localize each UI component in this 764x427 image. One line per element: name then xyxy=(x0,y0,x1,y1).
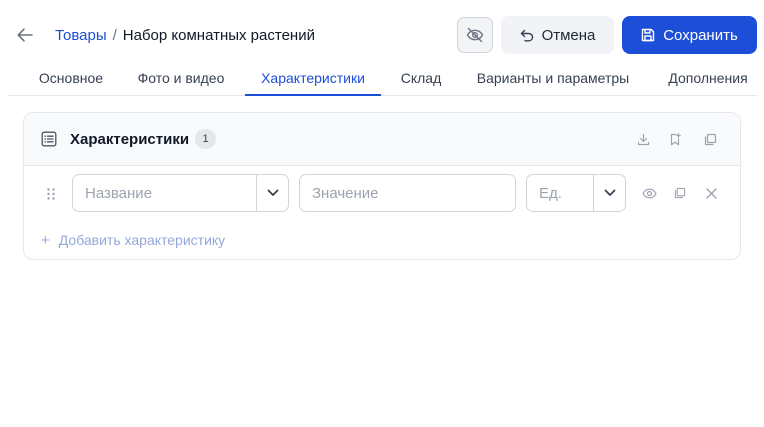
cancel-button-label: Отмена xyxy=(541,26,596,44)
plus-icon: + xyxy=(41,232,50,249)
unit-dropdown-toggle[interactable] xyxy=(593,175,625,211)
save-button-label: Сохранить xyxy=(663,26,738,44)
name-input[interactable] xyxy=(73,175,257,211)
tab-extras[interactable]: Дополнения xyxy=(659,62,757,96)
save-button[interactable]: Сохранить xyxy=(622,16,757,54)
tab-characteristics[interactable]: Характеристики xyxy=(245,62,381,96)
breadcrumb-parent-link[interactable]: Товары xyxy=(55,27,107,44)
download-button[interactable] xyxy=(635,131,651,147)
back-button[interactable] xyxy=(14,24,36,46)
characteristics-card: Характеристики 1 Название Значение Ед. +… xyxy=(23,112,741,260)
chevron-down-icon xyxy=(267,189,278,196)
copy-icon xyxy=(674,187,686,199)
page-header: Товары / Набор комнатных растений Отмена С… xyxy=(0,0,764,62)
tab-photo-video[interactable]: Фото и видео xyxy=(131,62,231,96)
row-remove-button[interactable] xyxy=(703,185,719,201)
drag-handle-icon[interactable] xyxy=(45,187,57,201)
tab-bar: Основное Фото и видео Характеристики Скл… xyxy=(7,62,757,96)
list-icon xyxy=(41,131,57,147)
close-icon xyxy=(705,187,717,199)
visibility-toggle-button[interactable] xyxy=(457,17,493,53)
eye-icon xyxy=(641,188,657,198)
bookmark-button[interactable] xyxy=(667,131,683,147)
bookmark-add-icon xyxy=(670,132,681,145)
arrow-left-icon xyxy=(17,28,33,42)
cancel-button[interactable]: Отмена xyxy=(501,16,614,54)
value-input[interactable] xyxy=(300,175,515,211)
card-header: Характеристики 1 xyxy=(24,113,740,166)
characteristic-row xyxy=(24,174,740,214)
value-field xyxy=(299,174,516,212)
add-characteristic-label: Добавить характеристику xyxy=(58,232,226,248)
count-badge: 1 xyxy=(195,129,216,149)
download-icon xyxy=(637,133,649,145)
floppy-disk-icon xyxy=(642,28,655,42)
breadcrumb-separator: / xyxy=(112,27,117,44)
unit-input[interactable] xyxy=(527,175,594,211)
undo-icon xyxy=(520,29,533,41)
row-duplicate-button[interactable] xyxy=(672,185,688,201)
unit-select xyxy=(526,174,626,212)
chevron-down-icon xyxy=(604,189,615,196)
copy-all-button[interactable] xyxy=(702,131,718,147)
tab-warehouse[interactable]: Склад xyxy=(395,62,447,96)
name-dropdown-toggle[interactable] xyxy=(256,175,288,211)
add-characteristic-button[interactable]: + Добавить характеристику xyxy=(41,232,225,249)
card-title: Характеристики xyxy=(70,131,190,148)
tab-variants[interactable]: Варианты и параметры xyxy=(472,62,634,96)
tab-main[interactable]: Основное xyxy=(29,62,113,96)
copy-icon xyxy=(704,133,716,145)
row-visibility-button[interactable] xyxy=(641,185,657,201)
name-select xyxy=(72,174,289,212)
eye-off-icon xyxy=(466,27,484,43)
breadcrumb: Товары / Набор комнатных растений xyxy=(55,26,315,46)
page-title: Набор комнатных растений xyxy=(122,27,315,44)
